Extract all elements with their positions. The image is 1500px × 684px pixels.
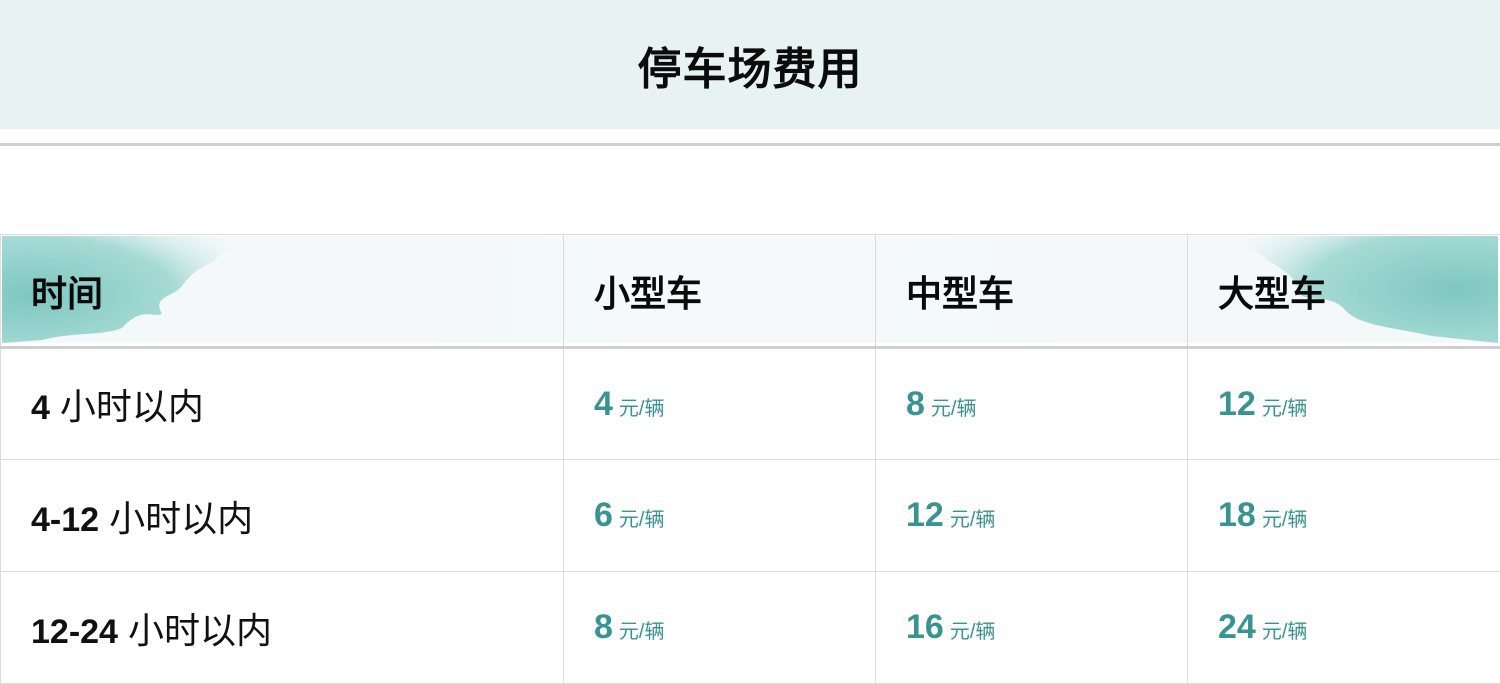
price-unit: 元/辆: [618, 397, 665, 420]
column-header-medium-car: 中型车: [875, 234, 1188, 349]
time-range-number: 12-24: [31, 612, 118, 651]
time-cell: 4 小时以内: [0, 347, 564, 460]
table-row: 4 小时以内 4 元/辆 8 元/辆 12 元/辆: [0, 347, 1500, 460]
price-unit: 元/辆: [949, 621, 996, 643]
price-value: 24: [1218, 608, 1256, 646]
time-cell: 4-12 小时以内: [0, 459, 564, 572]
price-unit: 元/辆: [618, 621, 665, 643]
price-cell-small: 4 元/辆: [563, 347, 876, 460]
table-header-row: 时间 小型车 中型车 大型车: [0, 234, 1500, 349]
price-value: 6: [594, 496, 613, 534]
page: 停车场费用 时间 小型车 中型车 大型车 4 小时以内 4 元/辆 8 元/辆 …: [0, 0, 1500, 684]
price-value: 16: [906, 608, 944, 646]
price-value: 12: [906, 496, 944, 534]
price-cell-medium: 12 元/辆: [875, 459, 1188, 572]
price-unit: 元/辆: [949, 509, 996, 531]
price-value: 4: [594, 384, 613, 423]
time-cell: 12-24 小时以内: [0, 571, 564, 684]
price-value: 12: [1218, 384, 1256, 423]
time-range-text: 小时以内: [99, 497, 254, 539]
column-header-time: 时间: [0, 234, 564, 349]
time-range-text: 小时以内: [117, 609, 272, 651]
header-divider: [0, 143, 1500, 146]
price-value: 8: [906, 384, 925, 423]
price-unit: 元/辆: [618, 509, 665, 531]
parking-fee-table: 时间 小型车 中型车 大型车 4 小时以内 4元/辆 8元/辆 12元/辆: [0, 234, 1500, 684]
time-range-number: 4-12: [31, 500, 100, 539]
column-header-small-car: 小型车: [563, 234, 876, 349]
price-cell-small: 8 元/辆: [563, 571, 876, 684]
price-cell-medium: 16 元/辆: [875, 571, 1188, 684]
price-unit: 元/辆: [1261, 509, 1308, 531]
price-unit: 元/辆: [930, 397, 977, 420]
column-header-large-car: 大型车: [1187, 234, 1500, 349]
price-value: 8: [594, 608, 613, 646]
time-range-text: 小时以内: [49, 386, 204, 427]
price-cell-large: 12 元/辆: [1187, 347, 1500, 460]
time-range-number: 4: [31, 389, 50, 427]
price-cell-large: 24 元/辆: [1187, 571, 1500, 684]
page-header: 停车场费用: [0, 0, 1500, 129]
price-cell-small: 6 元/辆: [563, 459, 876, 572]
table-row: 12-24 小时以内 8 元/辆 16 元/辆 24 元/辆: [0, 571, 1500, 684]
price-value: 18: [1218, 496, 1256, 534]
price-unit: 元/辆: [1261, 621, 1308, 643]
table-row: 4-12 小时以内 6 元/辆 12 元/辆 18 元/辆: [0, 459, 1500, 572]
price-unit: 元/辆: [1261, 397, 1308, 420]
price-cell-medium: 8 元/辆: [875, 347, 1188, 460]
page-title: 停车场费用: [637, 44, 863, 94]
price-cell-large: 18 元/辆: [1187, 459, 1500, 572]
